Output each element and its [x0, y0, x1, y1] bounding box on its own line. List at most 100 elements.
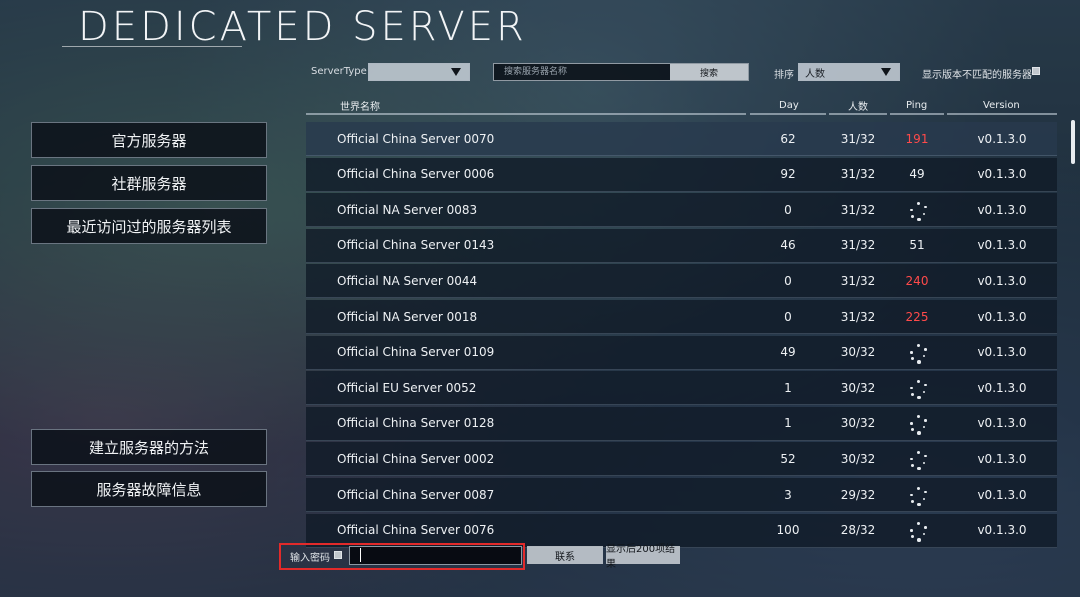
menu-server-troubleshooting[interactable]: 服务器故障信息 — [31, 471, 267, 507]
players-value: 31/32 — [840, 131, 876, 146]
server-name: Official China Server 0109 — [337, 345, 495, 360]
day-value: 92 — [780, 167, 796, 182]
ping-value: 49 — [909, 167, 925, 182]
server-name: Official China Server 0006 — [337, 167, 495, 182]
menu-recent-servers[interactable]: 最近访问过的服务器列表 — [31, 208, 267, 244]
version-value: v0.1.3.0 — [977, 273, 1027, 288]
scrollbar-thumb[interactable] — [1071, 120, 1075, 164]
ping-cell — [890, 371, 944, 404]
ping-value: 225 — [905, 309, 929, 324]
server-name: Official NA Server 0083 — [337, 202, 478, 217]
table-row[interactable]: Official China Server 0128 1 30/32 v0.1.3.0 — [306, 406, 1057, 441]
players-value: 29/32 — [840, 487, 876, 502]
ping-value: 51 — [909, 238, 925, 253]
server-name: Official NA Server 0018 — [337, 309, 478, 324]
menu-official-servers[interactable]: 官方服务器 — [31, 122, 267, 158]
menu-community-servers[interactable]: 社群服务器 — [31, 165, 267, 201]
loading-spinner-icon — [907, 378, 927, 400]
day-value: 1 — [784, 416, 792, 431]
header-underline — [829, 113, 887, 115]
loading-spinner-icon — [907, 200, 927, 222]
table-row[interactable]: Official China Server 0002 52 30/32 v0.1.3.… — [306, 442, 1057, 477]
menu-how-to-host[interactable]: 建立服务器的方法 — [31, 429, 267, 465]
players-value: 30/32 — [840, 380, 876, 395]
header-underline — [750, 113, 826, 115]
players-value: 28/32 — [840, 523, 876, 538]
search-box: 搜索 — [493, 63, 749, 81]
header-underline — [947, 113, 1057, 115]
loading-spinner-icon — [907, 413, 927, 435]
server-name: Official China Server 0128 — [337, 416, 495, 431]
table-row[interactable]: Official NA Server 0018 0 31/32 225 v0.1.3.0 — [306, 300, 1057, 334]
search-input[interactable] — [498, 64, 678, 80]
header-underline — [306, 113, 746, 115]
loading-spinner-icon — [907, 520, 927, 542]
ping-value: 240 — [905, 273, 929, 288]
players-value: 30/32 — [840, 416, 876, 431]
server-name: Official China Server 0143 — [337, 238, 495, 253]
table-row[interactable]: Official NA Server 0044 0 31/32 240 v0.1.3.0 — [306, 264, 1057, 299]
day-value: 46 — [780, 238, 796, 253]
ping-cell — [890, 407, 944, 440]
chevron-down-icon — [451, 68, 461, 76]
day-value: 1 — [784, 380, 792, 395]
version-value: v0.1.3.0 — [977, 202, 1027, 217]
connect-button[interactable]: 联系 — [527, 546, 603, 564]
mismatch-version-label: 显示版本不匹配的服务器 — [922, 70, 1032, 81]
ping-cell — [890, 514, 944, 547]
header-version[interactable]: Version — [983, 96, 1020, 114]
password-checkbox[interactable] — [334, 551, 342, 559]
header-ping[interactable]: Ping — [906, 96, 927, 114]
server-type-dropdown[interactable] — [368, 63, 470, 81]
ping-cell — [890, 478, 944, 511]
server-name: Official China Server 0087 — [337, 487, 495, 502]
loading-spinner-icon — [907, 449, 927, 471]
header-world-name[interactable]: 世界名称 — [340, 96, 380, 114]
header-players[interactable]: 人数 — [848, 96, 868, 114]
players-value: 31/32 — [840, 238, 876, 253]
header-underline — [890, 113, 944, 115]
players-value: 31/32 — [840, 167, 876, 182]
ping-cell — [890, 193, 944, 226]
players-value: 30/32 — [840, 451, 876, 466]
day-value: 0 — [784, 273, 792, 288]
day-value: 52 — [780, 451, 796, 466]
table-row[interactable]: Official EU Server 0052 1 30/32 v0.1.3.0 — [306, 371, 1057, 406]
loading-spinner-icon — [907, 485, 927, 506]
version-value: v0.1.3.0 — [977, 416, 1027, 431]
day-value: 49 — [780, 345, 796, 360]
password-label: 输入密码 — [290, 553, 330, 564]
day-value: 62 — [780, 131, 796, 146]
show-more-button[interactable]: 显示后200项结果 — [606, 544, 680, 570]
version-value: v0.1.3.0 — [977, 523, 1027, 538]
version-value: v0.1.3.0 — [977, 131, 1027, 146]
ping-value: 191 — [905, 131, 929, 146]
mismatch-version-checkbox[interactable] — [1032, 67, 1040, 75]
server-name: Official China Server 0070 — [337, 131, 495, 146]
table-row[interactable]: Official China Server 0006 92 31/32 49 v0.1.… — [306, 157, 1057, 192]
day-value: 3 — [784, 487, 792, 502]
table-row[interactable]: Official NA Server 0083 0 31/32 v0.1.3.0 — [306, 193, 1057, 228]
day-value: 100 — [776, 523, 800, 538]
table-row[interactable]: Official China Server 0070 62 31/32 191 v0.1… — [306, 122, 1057, 156]
server-name: Official EU Server 0052 — [337, 380, 477, 395]
table-row[interactable]: Official China Server 0109 49 30/32 v0.1.3.… — [306, 335, 1057, 370]
sort-value: 人数 — [805, 68, 825, 80]
ping-cell — [890, 336, 944, 369]
search-button[interactable]: 搜索 — [670, 64, 748, 80]
version-value: v0.1.3.0 — [977, 167, 1027, 182]
version-value: v0.1.3.0 — [977, 238, 1027, 253]
password-input[interactable] — [349, 546, 522, 565]
day-value: 0 — [784, 309, 792, 324]
sort-dropdown[interactable]: 人数 — [798, 63, 900, 81]
version-value: v0.1.3.0 — [977, 345, 1027, 360]
header-day[interactable]: Day — [779, 96, 799, 114]
table-row[interactable]: Official China Server 0143 46 31/32 51 v0.1.… — [306, 228, 1057, 263]
version-value: v0.1.3.0 — [977, 380, 1027, 395]
players-value: 31/32 — [840, 309, 876, 324]
table-row[interactable]: Official China Server 0087 3 29/32 v0.1.3.0 — [306, 478, 1057, 512]
day-value: 0 — [784, 202, 792, 217]
players-value: 31/32 — [840, 202, 876, 217]
players-value: 30/32 — [840, 345, 876, 360]
page-title: DEDICATED SERVER — [78, 4, 527, 50]
